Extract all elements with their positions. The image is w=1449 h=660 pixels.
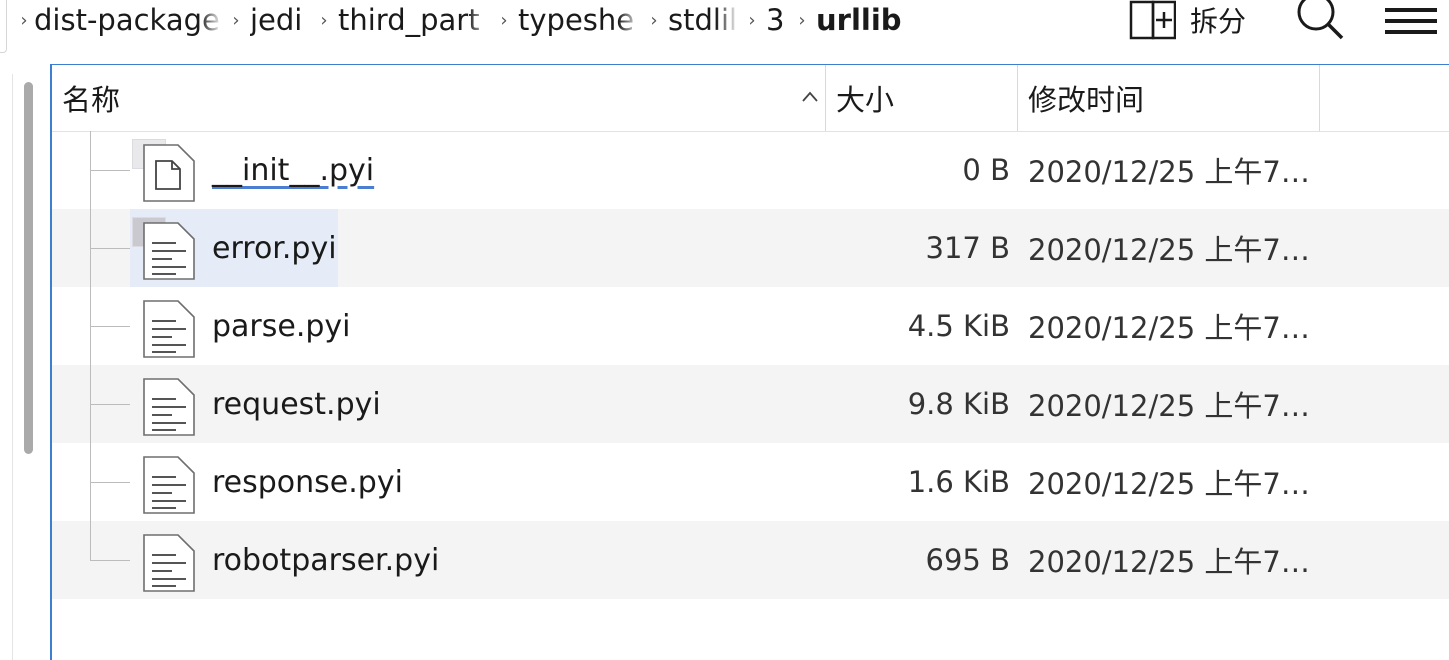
text-file-icon [143,300,195,358]
file-list-view[interactable]: 名称 大小 修改时间 __init__.pyi 0 B 2020/12/25 上… [50,64,1449,660]
file-name[interactable]: response.pyi [212,443,403,521]
tree-branch [90,482,130,483]
file-row[interactable]: response.pyi 1.6 KiB 2020/12/25 上午7… [52,443,1449,521]
chevron-right-icon: › [650,9,658,31]
chevron-right-icon: › [320,9,328,31]
chevron-right-icon: › [748,9,756,31]
file-modified: 2020/12/25 上午7… [1028,311,1310,345]
file-name[interactable]: __init__.pyi [212,131,374,209]
breadcrumb-item-typeshed[interactable]: typeshe [518,3,640,37]
main-menu-button[interactable] [1380,0,1442,40]
column-header-name-label: 名称 [62,83,121,117]
search-button[interactable] [1292,0,1348,40]
chevron-right-icon: › [20,9,28,31]
file-name[interactable]: parse.pyi [212,287,351,365]
text-file-icon [143,222,195,280]
file-size: 0 B [962,153,1010,187]
tree-branch [90,170,130,171]
blank-file-icon [143,144,195,202]
column-header-size[interactable]: 大小 [826,65,1018,131]
file-size: 317 B [925,231,1010,265]
column-header-row: 名称 大小 修改时间 [52,65,1449,132]
breadcrumb-item-jedi[interactable]: jedi [250,3,310,37]
tree-line [90,521,91,561]
text-file-icon [143,456,195,514]
sort-ascending-icon [802,91,818,102]
file-size: 1.6 KiB [907,465,1010,499]
sidebar-divider [12,74,13,660]
file-name[interactable]: robotparser.pyi [212,521,439,599]
breadcrumb-item-dist-packages[interactable]: dist-package [34,3,222,37]
chevron-right-icon: › [798,9,806,31]
chevron-right-icon: › [500,9,508,31]
file-modified: 2020/12/25 上午7… [1028,389,1310,423]
file-size: 695 B [925,543,1010,577]
split-view-button[interactable]: 拆分 [1128,0,1246,40]
file-name[interactable]: request.pyi [212,365,381,443]
breadcrumb-bar: › dist-package › jedi › third_part › typ… [0,0,1449,53]
file-row[interactable]: error.pyi 317 B 2020/12/25 上午7… [52,209,1449,287]
column-header-modified[interactable]: 修改时间 [1018,65,1320,131]
column-header-name[interactable]: 名称 [52,65,826,131]
column-header-modified-label: 修改时间 [1028,83,1145,117]
tree-branch [90,248,130,249]
file-size: 4.5 KiB [907,309,1010,343]
file-list: __init__.pyi 0 B 2020/12/25 上午7… error.p… [52,131,1449,599]
split-view-label: 拆分 [1190,5,1247,38]
file-name[interactable]: error.pyi [212,209,337,287]
file-row[interactable]: parse.pyi 4.5 KiB 2020/12/25 上午7… [52,287,1449,365]
file-modified: 2020/12/25 上午7… [1028,545,1310,579]
breadcrumb: › dist-package › jedi › third_part › typ… [14,0,902,40]
file-size: 9.8 KiB [907,387,1010,421]
tree-branch [90,560,130,561]
tree-branch [90,404,130,405]
vertical-scrollbar[interactable] [24,82,33,454]
column-header-size-label: 大小 [836,83,895,117]
file-modified: 2020/12/25 上午7… [1028,233,1310,267]
tree-branch [90,326,130,327]
breadcrumb-item-3[interactable]: 3 [766,3,788,37]
file-row[interactable]: request.pyi 9.8 KiB 2020/12/25 上午7… [52,365,1449,443]
hamburger-menu-icon [1385,8,1437,34]
split-view-icon [1128,0,1177,40]
file-row[interactable]: robotparser.pyi 695 B 2020/12/25 上午7… [52,521,1449,599]
breadcrumb-item-third-party[interactable]: third_part [338,3,490,37]
file-modified: 2020/12/25 上午7… [1028,155,1310,189]
text-file-icon [143,378,195,436]
chevron-right-icon: › [232,9,240,31]
search-icon [1297,0,1344,40]
file-row[interactable]: __init__.pyi 0 B 2020/12/25 上午7… [52,131,1449,209]
breadcrumb-current[interactable]: urllib [816,3,902,37]
breadcrumb-item-stdlib[interactable]: stdlil [668,3,738,37]
breadcrumb-edge [0,0,7,53]
file-modified: 2020/12/25 上午7… [1028,467,1310,501]
text-file-icon [143,534,195,592]
